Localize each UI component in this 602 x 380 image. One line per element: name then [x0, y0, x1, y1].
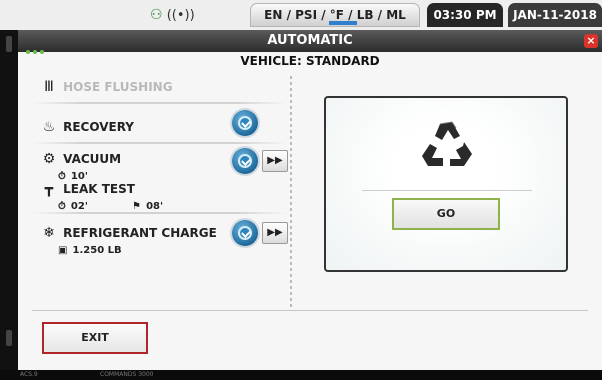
- refrigerant-enabled-toggle[interactable]: [232, 220, 258, 246]
- leak-test-time: ⏱ 02': [58, 194, 88, 213]
- automatic-window: AUTOMATIC × VEHICLE: STANDARD Ⅲ HOSE FLU…: [18, 30, 602, 370]
- recovery-icon: ♨: [42, 118, 56, 135]
- recovery-enabled-toggle[interactable]: [232, 110, 258, 136]
- hose-icon: Ⅲ: [44, 78, 54, 95]
- leak-test-flag-value: 08': [146, 201, 164, 212]
- footer-divider: [32, 310, 588, 311]
- step-label: RECOVERY: [63, 120, 134, 134]
- refrigerant-amount: ▣ 1.250 LB: [58, 238, 122, 257]
- bottom-left-label: ACS.9: [20, 371, 38, 378]
- time-display: 03:30 PM: [427, 3, 503, 27]
- window-title: AUTOMATIC: [267, 33, 353, 48]
- wireless-icon: ((•)): [166, 8, 195, 23]
- leak-test-icon: ┳: [44, 180, 54, 197]
- bottom-bar: ACS.9 COMMANDS 3000: [0, 370, 602, 380]
- refrigerant-amount-value: 1.250 LB: [72, 245, 122, 256]
- leak-test-flag-time: ⚑ 08': [132, 194, 163, 213]
- title-bar: AUTOMATIC ×: [18, 30, 602, 54]
- check-icon: [238, 226, 252, 240]
- bottom-center-label: COMMANDS 3000: [100, 371, 154, 378]
- vacuum-enabled-toggle[interactable]: [232, 148, 258, 174]
- timer-icon: ⏱: [58, 201, 66, 212]
- date-display: JAN-11-2018: [508, 3, 602, 27]
- status-bar: ⚇ ((•)) EN / PSI / °F / LB / ML 03:30 PM…: [0, 0, 602, 30]
- step-recovery: ♨ RECOVERY: [40, 116, 134, 135]
- refrigerant-skip-button[interactable]: ▶▶: [262, 222, 288, 244]
- step-label: HOSE FLUSHING: [63, 80, 173, 94]
- rail-handle-icon: [6, 330, 12, 346]
- check-icon: [238, 154, 252, 168]
- check-icon: [238, 116, 252, 130]
- people-icon: ⚇: [150, 7, 163, 23]
- rail-handle-icon: [6, 36, 12, 52]
- close-button[interactable]: ×: [584, 34, 598, 48]
- leak-test-time-value: 02': [70, 201, 88, 212]
- vacuum-skip-button[interactable]: ▶▶: [262, 150, 288, 172]
- step-hose-flushing: Ⅲ HOSE FLUSHING: [40, 76, 173, 95]
- status-icons: ⚇ ((•)): [150, 7, 195, 23]
- divider: [32, 212, 287, 214]
- vacuum-pump-icon: ⚙: [42, 150, 56, 167]
- divider: [32, 102, 287, 104]
- left-rail: [0, 30, 18, 370]
- panel-divider: [362, 190, 532, 191]
- divider: [32, 142, 287, 144]
- go-button[interactable]: GO: [392, 198, 500, 230]
- vehicle-label: VEHICLE: STANDARD: [240, 54, 380, 68]
- units-tab[interactable]: EN / PSI / °F / LB / ML: [250, 3, 420, 27]
- scale-icon: ▣: [58, 245, 68, 256]
- recycle-icon: [422, 121, 472, 166]
- exit-button[interactable]: EXIT: [42, 322, 148, 354]
- action-panel: GO: [324, 96, 568, 272]
- snowflake-icon: ❄: [43, 224, 55, 241]
- column-divider: [290, 76, 292, 308]
- checkered-flag-icon: ⚑: [132, 201, 141, 212]
